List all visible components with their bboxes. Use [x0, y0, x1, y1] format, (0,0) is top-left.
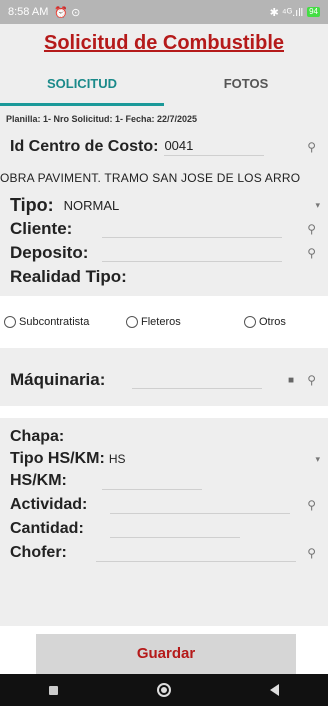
recents-icon[interactable] — [49, 685, 59, 695]
tipo-hskm-select[interactable]: HS — [109, 452, 126, 466]
radio-otros[interactable]: Otros — [244, 316, 286, 328]
status-icons-left: ⏰ ⊙ — [54, 6, 81, 19]
tab-solicitud[interactable]: SOLICITUD — [0, 62, 164, 106]
chofer-label: Chofer: — [10, 544, 67, 561]
hskm-label: HS/KM: — [10, 472, 67, 489]
maquinaria-search-icon[interactable]: ⚲ — [307, 373, 316, 387]
planilla-info: Planilla: 1- Nro Solicitud: 1- Fecha: 22… — [6, 114, 198, 124]
deposito-search-icon[interactable]: ⚲ — [307, 246, 316, 260]
tab-fotos[interactable]: FOTOS — [164, 62, 328, 106]
chofer-input[interactable] — [96, 544, 296, 562]
cliente-label: Cliente: — [10, 219, 73, 238]
button-area: Guardar — [0, 626, 328, 674]
cantidad-input[interactable] — [110, 520, 240, 538]
deposito-input[interactable] — [102, 244, 282, 262]
app-title: Solicitud de Combustible — [0, 24, 328, 62]
deposito-label: Deposito: — [10, 243, 89, 262]
radio-subcontratista[interactable]: Subcontratista — [4, 316, 89, 328]
obra-description: OBRA PAVIMENT. TRAMO SAN JOSE DE LOS ARR… — [0, 171, 301, 185]
battery-icon: 94 — [307, 7, 320, 17]
centro-costo-input[interactable]: 0041 — [164, 138, 265, 156]
chapa-label: Chapa: — [10, 428, 65, 445]
centro-costo-search-icon[interactable]: ⚲ — [307, 140, 316, 154]
cliente-input[interactable] — [102, 220, 282, 238]
android-nav-bar — [0, 674, 328, 706]
tipo-dropdown-icon[interactable]: ▾ — [315, 200, 320, 211]
maquinaria-input[interactable] — [132, 371, 262, 389]
signal-icon: ✱ ⁴ᴳ.ıll — [269, 6, 304, 19]
cliente-search-icon[interactable]: ⚲ — [307, 222, 316, 236]
hskm-input[interactable] — [102, 472, 202, 490]
back-icon[interactable] — [269, 684, 279, 696]
maquinaria-label: Máquinaria: — [10, 370, 106, 389]
radio-fleteros[interactable]: Fleteros — [126, 316, 181, 328]
actividad-input[interactable] — [110, 496, 290, 514]
home-icon[interactable] — [156, 683, 171, 697]
camera-icon[interactable]: ■ — [288, 375, 294, 386]
radio-fleteros-label: Fleteros — [141, 316, 181, 328]
spacer-band — [0, 406, 328, 418]
tipo-label: Tipo: — [10, 194, 54, 215]
radio-circle-icon — [244, 316, 256, 328]
radio-circle-icon — [4, 316, 16, 328]
actividad-search-icon[interactable]: ⚲ — [307, 498, 316, 512]
tipo-hskm-label: Tipo HS/KM: — [10, 450, 105, 467]
save-button[interactable]: Guardar — [36, 634, 296, 674]
solicitud-form: Planilla: 1- Nro Solicitud: 1- Fecha: 22… — [0, 106, 328, 626]
chofer-search-icon[interactable]: ⚲ — [307, 546, 316, 560]
centro-costo-label: Id Centro de Costo: — [10, 138, 159, 155]
cantidad-label: Cantidad: — [10, 520, 84, 537]
tipo-hskm-dropdown-icon[interactable]: ▾ — [315, 454, 320, 465]
realidad-radio-group: Subcontratista Fleteros Otros — [0, 296, 328, 348]
tab-bar: SOLICITUD FOTOS — [0, 62, 328, 106]
radio-circle-icon — [126, 316, 138, 328]
radio-subcontratista-label: Subcontratista — [19, 316, 90, 328]
realidad-tipo-label: Realidad Tipo: — [10, 267, 127, 286]
actividad-label: Actividad: — [10, 496, 88, 513]
tipo-select[interactable]: NORMAL — [64, 198, 120, 213]
status-time: 8:58 AM — [8, 6, 49, 18]
status-bar: 8:58 AM ⏰ ⊙ ✱ ⁴ᴳ.ıll 94 — [0, 0, 328, 24]
radio-otros-label: Otros — [259, 316, 286, 328]
